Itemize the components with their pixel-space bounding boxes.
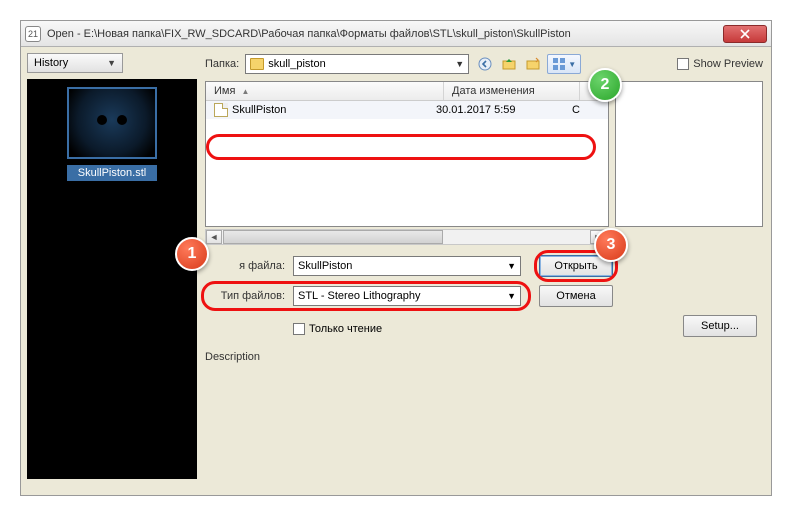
sort-asc-icon: ▲ [241, 87, 249, 96]
filename-input[interactable]: SkullPiston ▼ [293, 256, 521, 276]
list-area: Имя▲ Дата изменения SkullPiston 30.01.20… [205, 81, 763, 227]
filetype-value: STL - Stereo Lithography [298, 290, 421, 302]
readonly-row: Только чтение Setup... [205, 315, 763, 337]
window-title: Open - E:\Новая папка\FIX_RW_SDCARD\Рабо… [47, 28, 723, 40]
thumbnail-panel: SkullPiston.stl [27, 79, 197, 479]
thumbnail-item[interactable]: SkullPiston.stl [67, 87, 157, 181]
annotation-callout-3: 3 [594, 228, 628, 262]
annotation-ring-2 [206, 134, 596, 160]
file-row[interactable]: SkullPiston 30.01.2017 5:59 С [206, 101, 608, 119]
thumbnail-image [67, 87, 157, 159]
view-mode-button[interactable]: ▼ [547, 54, 581, 74]
nav-icons: ▼ [475, 54, 581, 74]
chevron-down-icon: ▼ [107, 58, 116, 68]
col-name[interactable]: Имя▲ [206, 82, 444, 100]
app-icon: 21 [25, 26, 41, 42]
close-icon [740, 29, 750, 39]
right-column: Папка: skull_piston ▼ ▼ Show Preview [205, 53, 763, 489]
form-area: 1 я файла: SkullPiston ▼ Открыть 3 Ти [205, 255, 763, 363]
up-button[interactable] [499, 54, 519, 74]
folder-combo[interactable]: skull_piston ▼ [245, 54, 469, 74]
left-column: History ▼ SkullPiston.stl [27, 53, 197, 479]
history-dropdown[interactable]: History ▼ [27, 53, 123, 73]
chevron-down-icon: ▼ [507, 261, 516, 271]
filetype-row: Тип файлов: STL - Stereo Lithography ▼ О… [205, 285, 763, 307]
checkbox-icon [293, 323, 305, 335]
folder-label: Папка: [205, 58, 239, 70]
scroll-track[interactable] [223, 230, 589, 244]
titlebar: 21 Open - E:\Новая папка\FIX_RW_SDCARD\Р… [21, 21, 771, 47]
file-name: SkullPiston [232, 104, 436, 116]
chevron-down-icon: ▼ [455, 59, 464, 69]
cancel-button[interactable]: Отмена [539, 285, 613, 307]
thumbnail-caption: SkullPiston.stl [67, 165, 157, 181]
file-list[interactable]: Имя▲ Дата изменения SkullPiston 30.01.20… [205, 81, 609, 227]
horizontal-scrollbar[interactable]: ◄ ► [205, 229, 607, 245]
preview-pane [615, 81, 763, 227]
file-icon [214, 103, 228, 117]
filetype-combo[interactable]: STL - Stereo Lithography ▼ [293, 286, 521, 306]
filename-row: я файла: SkullPiston ▼ Открыть 3 [205, 255, 763, 277]
description-label: Description [205, 351, 763, 363]
chevron-down-icon: ▼ [568, 60, 576, 69]
filetype-label: Тип файлов: [205, 290, 285, 302]
folder-value: skull_piston [268, 58, 325, 70]
back-button[interactable] [475, 54, 495, 74]
scroll-handle[interactable] [223, 230, 443, 244]
show-preview-label: Show Preview [693, 58, 763, 70]
scroll-left-button[interactable]: ◄ [206, 230, 222, 244]
file-date: 30.01.2017 5:59 [436, 104, 572, 116]
close-button[interactable] [723, 25, 767, 43]
folder-row: Папка: skull_piston ▼ ▼ Show Preview [205, 53, 763, 75]
show-preview-checkbox[interactable]: Show Preview [677, 58, 763, 70]
folder-icon [250, 58, 264, 70]
filename-value: SkullPiston [298, 260, 352, 272]
history-label: History [34, 57, 68, 69]
readonly-checkbox[interactable]: Только чтение [293, 323, 382, 335]
readonly-label: Только чтение [309, 323, 382, 335]
file-type: С [572, 104, 600, 116]
checkbox-icon [677, 58, 689, 70]
col-date[interactable]: Дата изменения [444, 82, 580, 100]
annotation-callout-1: 1 [175, 237, 209, 271]
dialog-open: 21 Open - E:\Новая папка\FIX_RW_SDCARD\Р… [20, 20, 772, 496]
annotation-callout-2: 2 [588, 68, 622, 102]
dialog-body: History ▼ SkullPiston.stl Папка: skull_p… [21, 47, 771, 495]
new-folder-button[interactable] [523, 54, 543, 74]
column-headers: Имя▲ Дата изменения [206, 82, 608, 101]
chevron-down-icon: ▼ [507, 291, 516, 301]
open-button[interactable]: Открыть 3 [539, 255, 613, 277]
filename-label: я файла: [205, 260, 285, 272]
setup-button[interactable]: Setup... [683, 315, 757, 337]
